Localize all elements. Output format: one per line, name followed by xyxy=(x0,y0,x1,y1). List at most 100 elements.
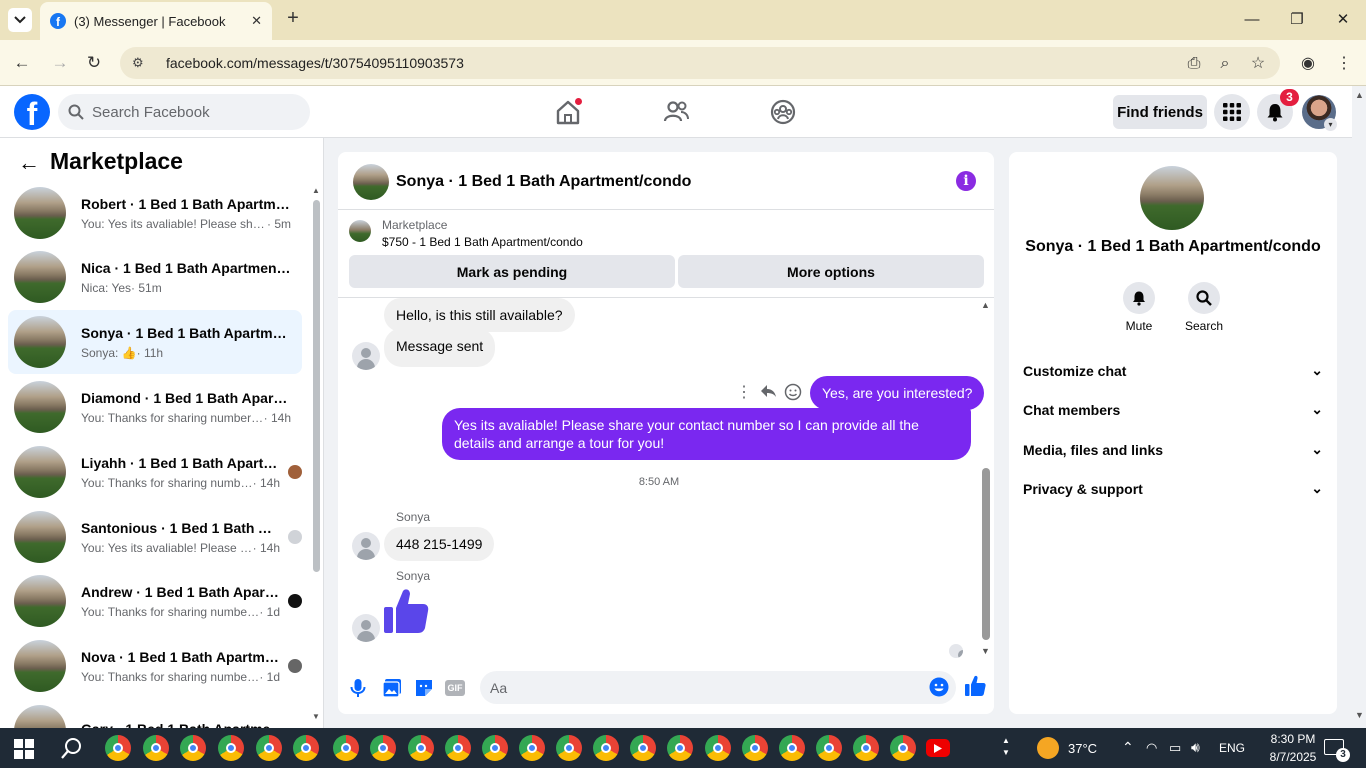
chrome-app-icon[interactable] xyxy=(180,735,206,761)
mute-button[interactable] xyxy=(1123,282,1155,314)
facebook-search-input[interactable]: Search Facebook xyxy=(58,94,310,130)
conversation-info-icon[interactable]: i xyxy=(956,171,976,191)
profile-icon[interactable]: ◉ xyxy=(1297,53,1319,75)
conversation-item[interactable]: Andrew · 1 Bed 1 Bath Apartm... You: Than… xyxy=(8,569,302,633)
bookmark-star-icon[interactable]: ☆ xyxy=(1247,53,1269,75)
account-chevron-icon[interactable]: ▾ xyxy=(1324,118,1337,131)
language-indicator[interactable]: ENG xyxy=(1219,741,1245,755)
tab-close-icon[interactable]: ✕ xyxy=(251,13,262,29)
chrome-app-icon[interactable] xyxy=(256,735,282,761)
reload-icon[interactable]: ↻ xyxy=(82,51,106,75)
chrome-app-icon[interactable] xyxy=(293,735,319,761)
conversation-item[interactable]: Nica · 1 Bed 1 Bath Apartment/c... Nica: … xyxy=(8,245,302,309)
install-app-icon[interactable]: ⎙ xyxy=(1183,53,1205,75)
conversation-list-scrollbar[interactable]: ▲ ▼ xyxy=(310,186,322,722)
privacy-support-section[interactable]: Privacy & support ⌄ xyxy=(1023,480,1323,497)
sender-avatar[interactable] xyxy=(352,342,380,370)
message-input[interactable]: Aa xyxy=(480,671,956,704)
chrome-app-icon[interactable] xyxy=(445,735,471,761)
groups-icon[interactable] xyxy=(768,97,798,127)
like-send-icon[interactable] xyxy=(964,675,986,697)
microphone-icon[interactable] xyxy=(347,677,369,699)
close-window-icon[interactable]: ✕ xyxy=(1331,8,1355,32)
taskbar-scroll-arrows[interactable]: ▲ ▼ xyxy=(1002,735,1010,759)
new-tab-icon[interactable]: + xyxy=(282,8,304,30)
chrome-app-icon[interactable] xyxy=(482,735,508,761)
menu-grid-icon[interactable] xyxy=(1214,94,1250,130)
chrome-app-icon[interactable] xyxy=(333,735,359,761)
conversation-item[interactable]: Liyahh · 1 Bed 1 Bath Apartme... You: Tha… xyxy=(8,440,302,504)
media-files-links-section[interactable]: Media, files and links ⌄ xyxy=(1023,441,1323,458)
chrome-app-icon[interactable] xyxy=(853,735,879,761)
tray-overflow-chevron-icon[interactable]: ⌃ xyxy=(1122,739,1134,756)
search-in-conversation-button[interactable] xyxy=(1188,282,1220,314)
clock-time[interactable]: 8:30 PM xyxy=(1260,732,1326,746)
conversation-item[interactable]: Santonious · 1 Bed 1 Bath Apa... You: Yes… xyxy=(8,505,302,569)
chrome-app-icon[interactable] xyxy=(519,735,545,761)
browser-tab[interactable]: f (3) Messenger | Facebook ✕ xyxy=(40,2,272,40)
chrome-app-icon[interactable] xyxy=(667,735,693,761)
photo-gallery-icon[interactable] xyxy=(381,677,403,699)
incoming-message[interactable]: 448 215-1499 xyxy=(384,527,495,561)
conversation-item[interactable]: Diamond · 1 Bed 1 Bath Apartm... You: Tha… xyxy=(8,375,302,439)
more-options-button[interactable]: More options xyxy=(678,255,984,288)
chrome-app-icon[interactable] xyxy=(890,735,916,761)
back-arrow-icon[interactable]: ← xyxy=(18,152,42,174)
chrome-app-icon[interactable] xyxy=(593,735,619,761)
temperature[interactable]: 37°C xyxy=(1068,741,1097,756)
conversation-item[interactable]: Sonya · 1 Bed 1 Bath Apartment/... Sonya:… xyxy=(8,310,302,374)
forward-icon[interactable]: → xyxy=(48,51,72,75)
volume-icon[interactable]: 🔊︎ xyxy=(1191,739,1200,756)
minimize-icon[interactable]: — xyxy=(1240,8,1264,32)
message-more-icon[interactable]: ⋮ xyxy=(736,382,752,402)
facebook-logo-icon[interactable]: f xyxy=(14,94,50,130)
sticker-icon[interactable] xyxy=(413,677,435,699)
gif-icon[interactable]: GIF xyxy=(445,680,465,696)
chat-title[interactable]: Sonya · 1 Bed 1 Bath Apartment/condo xyxy=(396,173,691,191)
wifi-icon[interactable]: ◠ xyxy=(1146,740,1157,756)
chrome-app-icon[interactable] xyxy=(370,735,396,761)
zoom-icon[interactable]: ⌕ xyxy=(1214,53,1236,75)
chat-listing-thumbnail[interactable] xyxy=(353,164,389,200)
windows-start-icon[interactable] xyxy=(14,739,34,759)
mark-as-pending-button[interactable]: Mark as pending xyxy=(349,255,675,288)
conversation-item[interactable]: Robert · 1 Bed 1 Bath Apartment... You: Y… xyxy=(8,181,302,245)
listing-thumbnail[interactable] xyxy=(349,220,371,242)
tab-search-chevron-icon[interactable] xyxy=(8,8,32,32)
listing-profile-image[interactable] xyxy=(1140,166,1204,230)
reply-icon[interactable] xyxy=(759,383,777,399)
listing-title[interactable]: $750 - 1 Bed 1 Bath Apartment/condo xyxy=(382,235,583,249)
youtube-app-icon[interactable] xyxy=(926,739,950,757)
incoming-message[interactable]: Hello, is this still available? xyxy=(384,298,575,332)
page-scrollbar[interactable]: ▲ ▼ xyxy=(1352,86,1366,728)
sender-avatar[interactable] xyxy=(352,614,380,642)
react-emoji-icon[interactable] xyxy=(784,383,802,401)
thumbs-up-sticker-icon[interactable] xyxy=(383,588,429,634)
find-friends-button[interactable]: Find friends xyxy=(1113,95,1207,129)
chrome-app-icon[interactable] xyxy=(779,735,805,761)
chat-scrollbar[interactable]: ▲ ▼ xyxy=(980,300,992,658)
chrome-app-icon[interactable] xyxy=(408,735,434,761)
weather-icon[interactable] xyxy=(1037,737,1059,759)
address-bar[interactable]: ⚙ facebook.com/messages/t/30754095110903… xyxy=(120,47,1280,79)
conversation-item[interactable]: Nova · 1 Bed 1 Bath Apartmen... You: Than… xyxy=(8,634,302,698)
taskbar-search-icon[interactable] xyxy=(61,737,83,759)
clock-date[interactable]: 8/7/2025 xyxy=(1260,750,1326,764)
sender-avatar[interactable] xyxy=(352,532,380,560)
chrome-app-icon[interactable] xyxy=(816,735,842,761)
incoming-message[interactable]: Message sent xyxy=(384,328,496,367)
chrome-app-icon[interactable] xyxy=(630,735,656,761)
chrome-app-icon[interactable] xyxy=(218,735,244,761)
battery-icon[interactable]: ▭ xyxy=(1169,740,1181,756)
customize-chat-section[interactable]: Customize chat ⌄ xyxy=(1023,362,1323,379)
chrome-app-icon[interactable] xyxy=(742,735,768,761)
outgoing-message[interactable]: Yes its avaliable! Please share your con… xyxy=(442,408,971,460)
outgoing-message[interactable]: Yes, are you interested? xyxy=(810,376,985,410)
chrome-app-icon[interactable] xyxy=(143,735,169,761)
emoji-icon[interactable] xyxy=(928,676,950,698)
chat-members-section[interactable]: Chat members ⌄ xyxy=(1023,401,1323,418)
chrome-app-icon[interactable] xyxy=(705,735,731,761)
restore-icon[interactable]: ❐ xyxy=(1285,8,1309,32)
browser-menu-icon[interactable]: ⋮ xyxy=(1333,53,1355,75)
back-icon[interactable]: ← xyxy=(10,51,34,75)
